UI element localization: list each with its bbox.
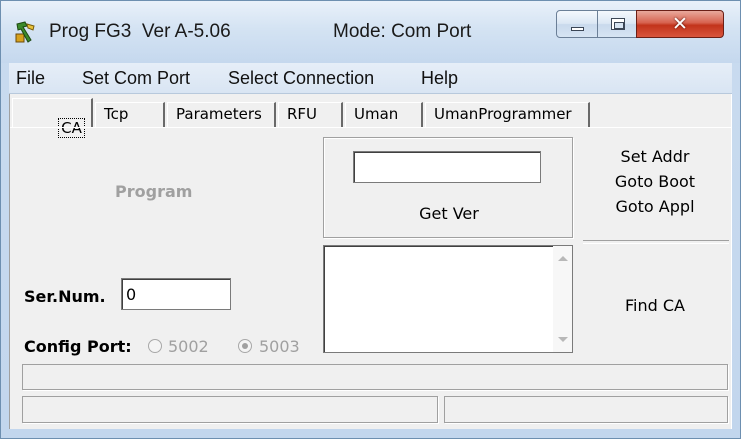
status-right-panel <box>444 396 728 423</box>
tab-rfu[interactable]: RFU <box>278 102 343 127</box>
version-group: Get Ver <box>323 137 573 238</box>
minimize-icon <box>571 27 584 31</box>
port-5003-radio[interactable] <box>238 339 252 353</box>
goto-appl-button[interactable]: Goto Appl <box>590 197 720 216</box>
menu-file[interactable]: File <box>16 68 45 89</box>
program-button[interactable]: Program <box>115 182 192 201</box>
set-addr-button[interactable]: Set Addr <box>590 147 720 166</box>
tab-strip: CA Tcp Parameters RFU Uman UmanProgramme… <box>10 94 733 138</box>
tab-parameters[interactable]: Parameters <box>167 102 276 127</box>
status-line <box>22 364 728 390</box>
scroll-down-icon[interactable] <box>558 337 568 342</box>
window-title: Prog FG3 Ver A-5.06 <box>49 21 231 42</box>
tab-umanprogrammer[interactable]: UmanProgrammer <box>425 102 590 127</box>
status-left-panel <box>22 396 438 423</box>
title-bar[interactable]: Prog FG3 Ver A-5.06 Mode: Com Port ✕ <box>1 1 740 63</box>
tab-ca[interactable]: CA <box>12 98 93 138</box>
get-ver-button[interactable]: Get Ver <box>324 204 574 223</box>
close-icon: ✕ <box>672 13 688 35</box>
version-input[interactable] <box>353 151 541 183</box>
client-area: CA Tcp Parameters RFU Uman UmanProgramme… <box>9 94 732 429</box>
goto-boot-button[interactable]: Goto Boot <box>590 172 720 191</box>
listbox-scrollbar[interactable] <box>553 246 572 352</box>
caption-buttons: ✕ <box>556 10 731 42</box>
menu-help[interactable]: Help <box>421 68 458 89</box>
divider <box>583 240 729 244</box>
config-port-label: Config Port: <box>24 337 132 356</box>
app-window: Prog FG3 Ver A-5.06 Mode: Com Port ✕ Fil… <box>0 0 741 439</box>
minimize-button[interactable] <box>556 10 598 38</box>
menu-select-connection[interactable]: Select Connection <box>228 68 374 89</box>
find-ca-button[interactable]: Find CA <box>590 296 720 315</box>
hammer-app-icon <box>15 21 35 43</box>
mode-indicator: Mode: Com Port <box>333 21 472 42</box>
tab-uman[interactable]: Uman <box>345 102 423 127</box>
menu-bar: File Set Com Port Select Connection Help <box>9 63 732 94</box>
tab-page-ca: Program Get Ver Set Addr Goto Boot Goto … <box>10 127 732 429</box>
close-button[interactable]: ✕ <box>636 10 724 38</box>
maximize-button[interactable] <box>597 10 637 38</box>
scroll-up-icon[interactable] <box>558 256 568 261</box>
output-listbox[interactable] <box>323 245 573 353</box>
menu-set-com-port[interactable]: Set Com Port <box>82 68 190 89</box>
port-5002-radio[interactable] <box>148 339 162 353</box>
port-5003-label: 5003 <box>259 337 300 356</box>
ser-num-input[interactable] <box>121 278 231 310</box>
port-5002-label: 5002 <box>168 337 209 356</box>
maximize-icon <box>611 18 625 30</box>
ser-num-label: Ser.Num. <box>24 287 106 306</box>
tab-tcp[interactable]: Tcp <box>95 102 165 127</box>
